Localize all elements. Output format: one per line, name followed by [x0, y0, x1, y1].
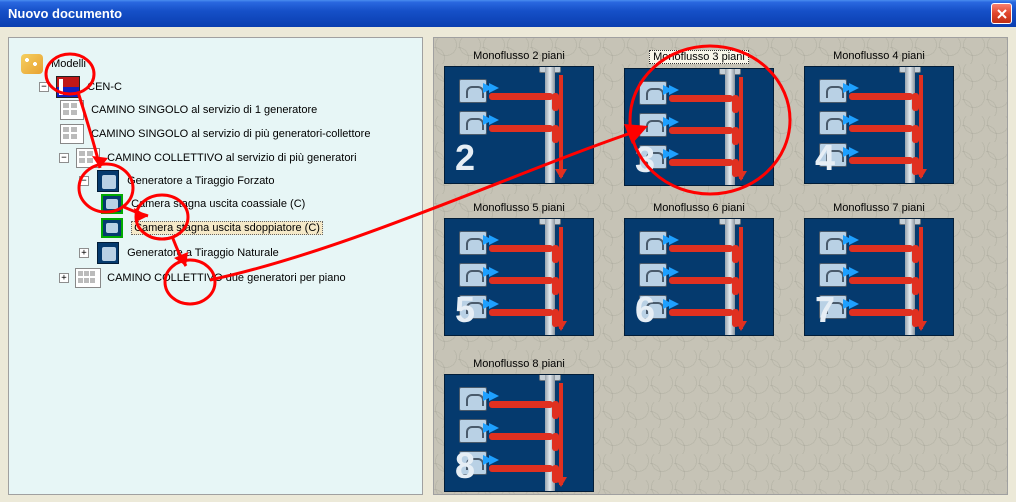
template-caption: Monoflusso 5 piani — [473, 202, 565, 214]
template-thumb[interactable]: Monoflusso 4 piani 4 — [804, 50, 954, 190]
titlebar: Nuovo documento — [0, 0, 1016, 27]
chimney-collective-icon — [75, 147, 101, 169]
template-preview: 8 — [444, 374, 594, 492]
tree-item[interactable]: CAMINO SINGOLO al servizio di 1 generato… — [59, 98, 418, 122]
templates-panel: Monoflusso 2 piani2Monoflusso 3 piani3Mo… — [433, 37, 1008, 495]
template-number: 8 — [455, 445, 475, 487]
tree-item-selected[interactable]: Camera stagna uscita sdoppiatore (C) — [99, 216, 418, 240]
tree-item-label: Camera stagna uscita coassiale (C) — [131, 198, 305, 210]
tree-app-label: CEN-C — [87, 81, 122, 93]
split-chamber-icon — [99, 217, 125, 239]
tree-item[interactable]: − CAMINO COLLETTIVO al servizio di più g… — [59, 146, 418, 266]
tree-item-label: CAMINO COLLETTIVO al servizio di più gen… — [107, 152, 356, 164]
tree-item-label: Camera stagna uscita sdoppiatore (C) — [131, 221, 323, 235]
expander-icon[interactable]: + — [59, 273, 69, 283]
window-title: Nuovo documento — [8, 6, 122, 21]
template-preview: 6 — [624, 218, 774, 336]
chimney-collector-icon — [59, 123, 85, 145]
template-preview: 5 — [444, 218, 594, 336]
template-number: 5 — [455, 289, 475, 331]
expander-icon[interactable]: − — [59, 153, 69, 163]
chimney-dual-icon — [75, 267, 101, 289]
app-icon — [55, 76, 81, 98]
expander-icon[interactable]: − — [79, 176, 89, 186]
template-number: 2 — [455, 137, 475, 179]
tree-item-label: CAMINO COLLETTIVO due generatori per pia… — [107, 272, 345, 284]
chimney-single-icon — [59, 99, 85, 121]
tree-item[interactable]: − Generatore a Tiraggio Forzato Camera s… — [79, 169, 418, 241]
close-button[interactable] — [991, 3, 1012, 24]
tree-root-label: Modelli — [51, 58, 86, 70]
template-caption: Monoflusso 2 piani — [473, 50, 565, 62]
natural-draft-icon — [95, 242, 121, 264]
expander-icon[interactable]: − — [39, 82, 49, 92]
forced-draft-icon — [95, 170, 121, 192]
template-caption: Monoflusso 3 piani — [649, 50, 749, 64]
categories-tree-panel: Modelli − CEN-C CAMINO SINGOLO al serviz… — [8, 37, 423, 495]
template-thumb[interactable]: Monoflusso 2 piani 2 — [444, 50, 594, 190]
tree-item[interactable]: CAMINO SINGOLO al servizio di più genera… — [59, 122, 418, 146]
template-number: 4 — [815, 137, 835, 179]
template-preview: 4 — [804, 66, 954, 184]
template-preview: 3 — [624, 68, 774, 186]
template-thumb[interactable]: Monoflusso 5 piani 5 — [444, 202, 594, 342]
tree-item-label: CAMINO SINGOLO al servizio di più genera… — [91, 128, 370, 140]
template-preview: 2 — [444, 66, 594, 184]
template-caption: Monoflusso 8 piani — [473, 358, 565, 370]
models-root-icon — [19, 53, 45, 75]
tree-item[interactable]: + CAMINO COLLETTIVO due generatori per p… — [59, 266, 418, 290]
tree-app[interactable]: − CEN-C CAMINO SINGOLO al servizio di 1 … — [39, 75, 418, 291]
template-thumb[interactable]: Monoflusso 3 piani 3 — [624, 50, 774, 190]
coaxial-chamber-icon — [99, 193, 125, 215]
template-caption: Monoflusso 7 piani — [833, 202, 925, 214]
tree-item[interactable]: + Generatore a Tiraggio Naturale — [79, 241, 418, 265]
expander-icon[interactable]: + — [79, 248, 89, 258]
template-thumb[interactable]: Monoflusso 8 piani 8 — [444, 358, 594, 492]
template-thumb[interactable]: Monoflusso 6 piani 6 — [624, 202, 774, 342]
tree-item-label: CAMINO SINGOLO al servizio di 1 generato… — [91, 104, 317, 116]
template-caption: Monoflusso 6 piani — [653, 202, 745, 214]
dialog-body: Modelli − CEN-C CAMINO SINGOLO al serviz… — [0, 27, 1016, 502]
tree-item[interactable]: Camera stagna uscita coassiale (C) — [99, 192, 418, 216]
template-number: 6 — [635, 289, 655, 331]
template-caption: Monoflusso 4 piani — [833, 50, 925, 62]
template-number: 7 — [815, 289, 835, 331]
template-thumb[interactable]: Monoflusso 7 piani 7 — [804, 202, 954, 342]
template-number: 3 — [635, 139, 655, 181]
tree-item-label: Generatore a Tiraggio Naturale — [127, 247, 279, 259]
template-preview: 7 — [804, 218, 954, 336]
tree-root[interactable]: Modelli − CEN-C CAMINO SINGOLO al serviz… — [19, 52, 418, 292]
tree-item-label: Generatore a Tiraggio Forzato — [127, 175, 274, 187]
